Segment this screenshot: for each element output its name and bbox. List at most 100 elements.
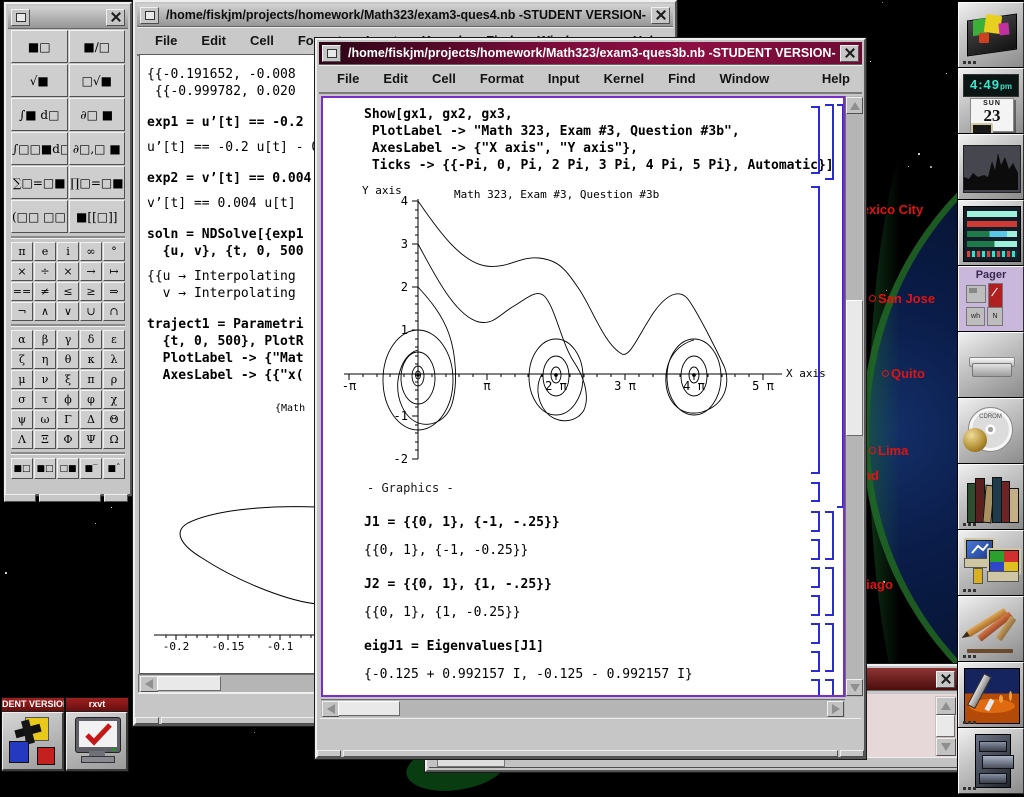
cell-bracket[interactable] (811, 482, 820, 502)
cell-bracket[interactable] (811, 539, 820, 560)
menu-item[interactable]: Window (708, 71, 782, 86)
palette-operator-button[interactable]: × (57, 262, 79, 281)
window-menu-button[interactable] (322, 45, 341, 62)
cell-group-bracket[interactable] (825, 511, 834, 560)
cell-bracket[interactable] (825, 104, 834, 180)
scroll-down-button[interactable] (846, 679, 863, 696)
palette-greek-button[interactable]: δ (80, 330, 102, 349)
palette-operator-button[interactable]: ↦ (103, 262, 125, 281)
palette-template-button[interactable]: ■∕□ (69, 30, 126, 63)
dock-tile-clock[interactable]: 4:49pm SUN 23 NOV (958, 68, 1024, 134)
close-button[interactable] (106, 9, 125, 26)
palette-template-button[interactable]: ∂□ ■ (69, 98, 126, 131)
palette-template-button[interactable]: √■ (11, 64, 68, 97)
window-math-palette[interactable]: ■□■∕□√■□√■∫■ d□∂□ ■∫□□■d□∂□,□ ■∑□=□■∏□=□… (4, 2, 132, 496)
dock-tile-file-cabinet[interactable] (958, 728, 1024, 794)
menu-item[interactable]: Kernel (592, 71, 656, 86)
palette-greek-button[interactable]: χ (103, 390, 125, 409)
palette-greek-button[interactable]: Ξ (34, 430, 56, 449)
palette-greek-button[interactable]: ρ (103, 370, 125, 389)
rxvt-terminal-icon[interactable] (66, 712, 128, 771)
code-line[interactable]: Ticks -> {{-Pi, 0, Pi, 2 Pi, 3 Pi, 4 Pi,… (364, 157, 834, 174)
dock-tile-cdrom[interactable]: CDROM (958, 398, 1024, 464)
dock-tile-paint[interactable] (958, 662, 1024, 728)
cell-group-bracket[interactable] (825, 567, 834, 616)
notebook-line[interactable]: soln = NDSolve[{exp1 (147, 227, 319, 243)
dock-tile-load-monitor[interactable] (958, 134, 1024, 200)
palette-template-button[interactable]: □√■ (69, 64, 126, 97)
close-button[interactable] (840, 45, 859, 62)
notebook-line[interactable]: {t, 0, 500}, PlotR (147, 334, 319, 350)
resize-handle[interactable] (39, 494, 101, 502)
palette-greek-button[interactable]: Θ (103, 410, 125, 429)
menu-item[interactable]: Cell (420, 71, 468, 86)
minimized-icon-student-version[interactable]: DENT VERSION (2, 698, 64, 771)
palette-template-button[interactable]: ∫■ d□ (11, 98, 68, 131)
menu-item-help[interactable]: Help (810, 71, 856, 86)
palette-greek-button[interactable]: ξ (57, 370, 79, 389)
palette-greek-button[interactable]: θ (57, 350, 79, 369)
resize-handle[interactable] (840, 750, 864, 757)
palette-greek-button[interactable]: ψ (11, 410, 33, 429)
window-menu-button[interactable] (11, 9, 30, 26)
dock-tile-network-computers[interactable] (958, 530, 1024, 596)
palette-greek-button[interactable]: κ (80, 350, 102, 369)
palette-greek-button[interactable]: η (34, 350, 56, 369)
menu-item[interactable]: Input (536, 71, 592, 86)
notebook-cell[interactable]: {{0, 1}, {-1, -0.25}} (364, 542, 693, 559)
palette-greek-button[interactable]: ω (34, 410, 56, 429)
palette-resize-handles[interactable] (4, 494, 128, 502)
code-line[interactable]: Show[gx1, gx2, gx3, (364, 106, 834, 123)
code-line[interactable]: AxesLabel -> {"X axis", "Y axis"}, (364, 140, 834, 157)
cell-bracket[interactable] (811, 679, 820, 697)
scroll-left-button[interactable] (140, 676, 158, 692)
cell-bracket[interactable] (811, 186, 820, 474)
dock-tile-afterstep[interactable] (958, 2, 1024, 68)
palette-greek-button[interactable]: Φ (57, 430, 79, 449)
palette-script-button[interactable]: ■ˆ (103, 458, 125, 479)
front-notebook-content[interactable]: Show[gx1, gx2, gx3, PlotLabel -> "Math 3… (321, 96, 845, 697)
cell-bracket[interactable] (811, 651, 820, 672)
palette-operator-button[interactable]: ∞ (80, 242, 102, 261)
palette-template-button[interactable]: ∫□□■d□ (11, 132, 68, 165)
palette-greek-button[interactable]: φ (80, 390, 102, 409)
front-vertical-scrollbar[interactable] (845, 96, 863, 697)
dock-tile-system-meters[interactable] (958, 200, 1024, 266)
notebook-cell[interactable]: {-0.125 + 0.992157 I, -0.125 - 0.992157 … (364, 666, 693, 683)
menu-item[interactable]: Find (656, 71, 707, 86)
palette-greek-button[interactable]: α (11, 330, 33, 349)
palette-greek-button[interactable]: μ (11, 370, 33, 389)
scrollbar-thumb[interactable] (437, 759, 505, 767)
palette-operator-button[interactable]: e (34, 242, 56, 261)
notebook-line[interactable]: v → Interpolating (147, 286, 319, 302)
resize-handle[interactable] (317, 750, 341, 757)
scroll-right-button[interactable] (827, 701, 844, 717)
scrollbar-thumb[interactable] (338, 701, 400, 716)
front-resize-handles[interactable] (317, 750, 864, 757)
palette-greek-button[interactable]: Λ (11, 430, 33, 449)
palette-greek-button[interactable]: ε (103, 330, 125, 349)
notebook-cell[interactable]: - Graphics - (367, 480, 693, 497)
palette-template-button[interactable]: ∑□=□■ (11, 166, 68, 199)
code-line[interactable]: PlotLabel -> "Math 323, Exam #3, Questio… (364, 123, 834, 140)
notebook-line[interactable]: {Math (275, 401, 319, 417)
palette-template-button[interactable]: ■[[□]] (69, 200, 126, 233)
pager-desktop[interactable]: N (987, 307, 1003, 326)
notebook-line[interactable]: exp1 = u’[t] == -0.2 (147, 115, 319, 131)
palette-operator-button[interactable]: ÷ (34, 262, 56, 281)
close-button[interactable] (936, 671, 955, 688)
dock-tile-inbox[interactable] (958, 332, 1024, 398)
front-window-titlebar[interactable]: /home/fiskjm/projects/homework/Math323/e… (319, 42, 862, 65)
cell-bracket[interactable] (811, 567, 820, 588)
palette-greek-button[interactable]: Γ (57, 410, 79, 429)
palette-operator-button[interactable]: i (57, 242, 79, 261)
palette-operator-button[interactable]: ≠ (34, 282, 56, 301)
menu-item[interactable]: Edit (371, 71, 420, 86)
minimized-icon-rxvt[interactable]: rxvt (66, 698, 128, 771)
notebook-cell[interactable]: eigJ1 = Eigenvalues[J1] (364, 638, 693, 655)
back-window-titlebar[interactable]: /home/fiskjm/projects/homework/Math323/e… (137, 4, 673, 27)
notebook-line[interactable]: {u, v}, {t, 0, 500 (147, 244, 319, 260)
palette-greek-button[interactable]: β (34, 330, 56, 349)
cell-group-bracket[interactable] (825, 679, 834, 697)
palette-operator-button[interactable]: ≤ (57, 282, 79, 301)
